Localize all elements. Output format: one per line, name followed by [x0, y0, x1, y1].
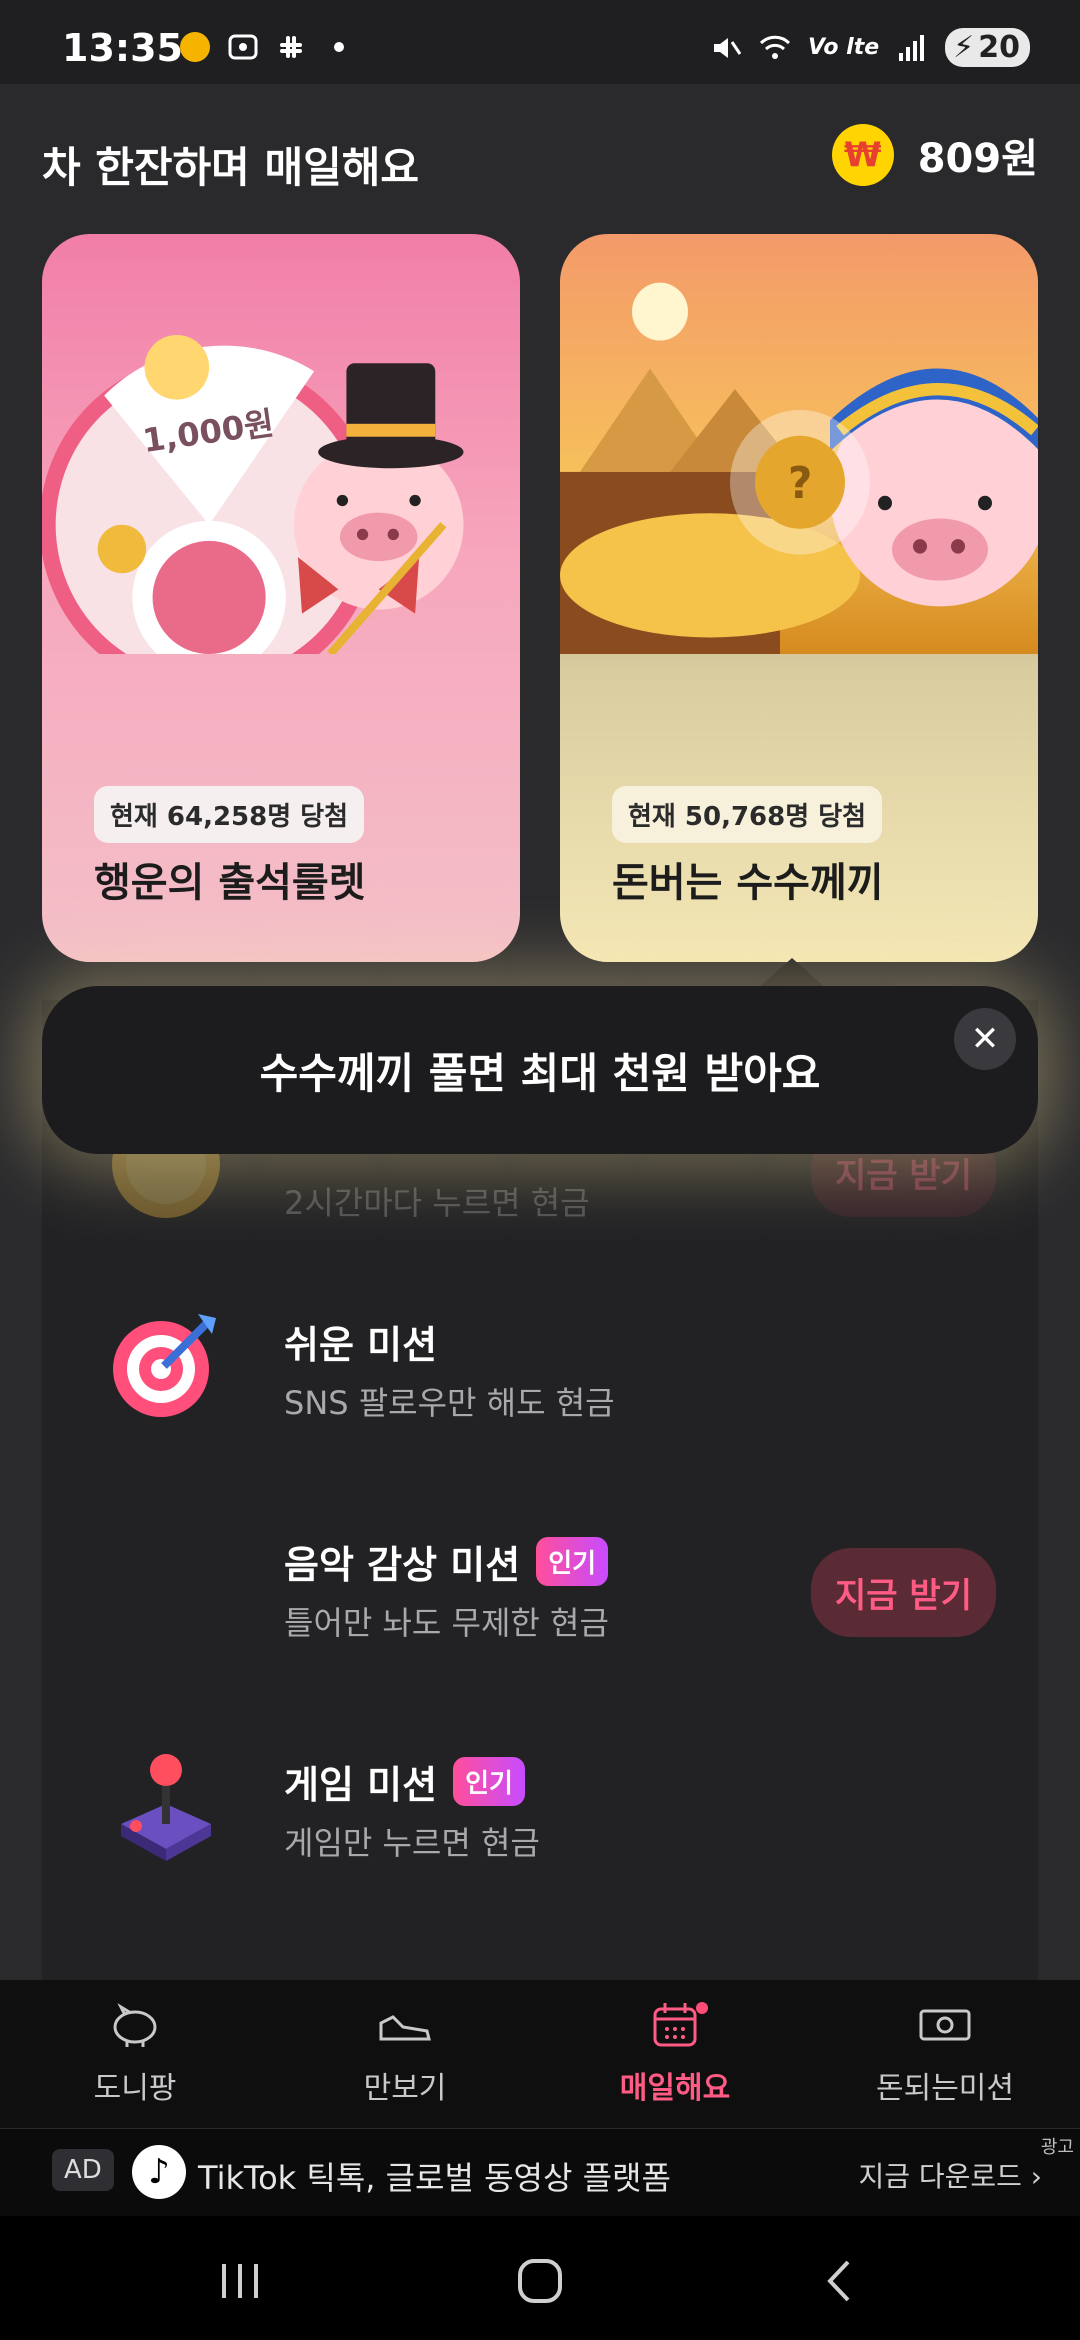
roulette-pig-illustration: 1,000원	[42, 334, 464, 654]
tab-donipang[interactable]: 도니팡	[0, 1980, 270, 2128]
mission-title: 음악 감상 미션	[284, 1543, 521, 1587]
mission-subtitle: SNS 팔로우만 해도 현금	[284, 1384, 615, 1422]
attendance-roulette-card[interactable]: 1,000원 현재 64,258명 당첨 행운의 출석룰렛	[42, 234, 520, 962]
volte-icon: Vo lte	[807, 35, 880, 60]
ad-tag: AD	[52, 2149, 114, 2191]
mute-icon	[713, 37, 742, 58]
ad-download-link[interactable]: 지금 다운로드 ›	[858, 2155, 1042, 2195]
joystick-icon	[121, 1754, 211, 1861]
winner-count-badge: 현재 50,768명 당첨	[612, 786, 883, 843]
wifi-icon	[759, 35, 791, 59]
ad-label: 광고	[1040, 2137, 1074, 2158]
bottom-nav: 도니팡 만보기 매일해요 돈되는미션	[0, 1980, 1080, 2128]
target-icon	[113, 1314, 216, 1417]
tooltip-arrow	[758, 958, 826, 988]
tab-label: 도니팡	[93, 2071, 177, 2106]
signal-icon	[899, 34, 925, 61]
tab-daily[interactable]: 매일해요	[540, 1980, 810, 2128]
status-time: 13:35	[62, 26, 183, 70]
slack-icon	[280, 36, 302, 58]
back-icon[interactable]	[810, 2256, 870, 2306]
screenshot-icon	[228, 34, 258, 60]
tab-pedometer[interactable]: 만보기	[270, 1980, 540, 2128]
list-item[interactable]: 음악 감상 미션 인기 틀어만 놔도 무제한 현금 지금 받기	[42, 1500, 1038, 1670]
popular-badge: 인기	[453, 1757, 525, 1806]
money-riddle-card[interactable]: ? 현재 50,768명 당첨 돈버는 수수께끼	[560, 234, 1038, 962]
mission-subtitle: 틀어만 놔도 무제한 현금	[284, 1604, 609, 1642]
close-icon[interactable]: ✕	[954, 1008, 1016, 1070]
system-nav-bar	[0, 2216, 1080, 2340]
tab-label: 돈되는미션	[876, 2071, 1014, 2106]
claim-now-button[interactable]: 지금 받기	[811, 1548, 996, 1637]
mission-title: 쉬운 미션	[284, 1323, 438, 1367]
money-bill-icon	[919, 2009, 971, 2041]
mission-subtitle: 2시간마다 누르면 현금	[284, 1184, 590, 1222]
tab-label: 매일해요	[619, 2071, 731, 2106]
tiktok-icon: ♪	[132, 2145, 186, 2199]
status-bar: 13:35 Vo lte ⚡ 20	[0, 0, 1080, 84]
recent-apps-icon[interactable]	[210, 2256, 270, 2306]
card-title: 행운의 출석룰렛	[94, 860, 366, 906]
header: 차 한잔하며 매일해요 ₩ 809원	[0, 84, 1080, 234]
ad-text: TikTok 틱톡, 글로벌 동영상 플랫폼	[198, 2159, 671, 2197]
mission-title: 게임 미션	[284, 1763, 438, 1807]
card-title: 돈버는 수수께끼	[612, 860, 884, 906]
sneaker-icon	[379, 2015, 431, 2041]
balance-amount: 809원	[917, 136, 1038, 182]
page-title: 차 한잔하며 매일해요	[42, 143, 420, 192]
popular-badge: 인기	[536, 1537, 609, 1586]
tab-label: 만보기	[363, 2071, 447, 2106]
tab-missions[interactable]: 돈되는미션	[810, 1980, 1080, 2128]
notification-dot	[696, 2002, 708, 2014]
mission-subtitle: 게임만 누르면 현금	[284, 1824, 540, 1862]
coin-icon	[180, 32, 210, 62]
riddle-tooltip: 수수께끼 풀면 최대 천원 받아요 ✕	[42, 986, 1038, 1154]
list-item[interactable]: 쉬운 미션 SNS 팔로우만 해도 현금	[42, 1280, 1038, 1450]
tooltip-text: 수수께끼 풀면 최대 천원 받아요	[259, 1049, 821, 1098]
winner-count-badge: 현재 64,258명 당첨	[94, 786, 365, 843]
home-icon[interactable]	[510, 2256, 570, 2306]
calendar-icon	[653, 2003, 697, 2047]
pharaoh-pig-illustration: ?	[560, 234, 1038, 654]
battery-icon: ⚡ 20	[945, 28, 1030, 67]
piggy-bank-icon	[113, 2003, 157, 2047]
balance[interactable]: ₩ 809원	[831, 124, 1038, 186]
dot-icon	[334, 42, 344, 52]
ad-banner[interactable]: AD ♪ TikTok 틱톡, 글로벌 동영상 플랫폼 지금 다운로드 › 광고	[0, 2128, 1080, 2216]
list-item[interactable]: 게임 미션 인기 게임만 누르면 현금	[42, 1720, 1038, 1890]
svg-text:?: ?	[788, 458, 812, 509]
won-coin-icon: ₩	[831, 124, 894, 186]
